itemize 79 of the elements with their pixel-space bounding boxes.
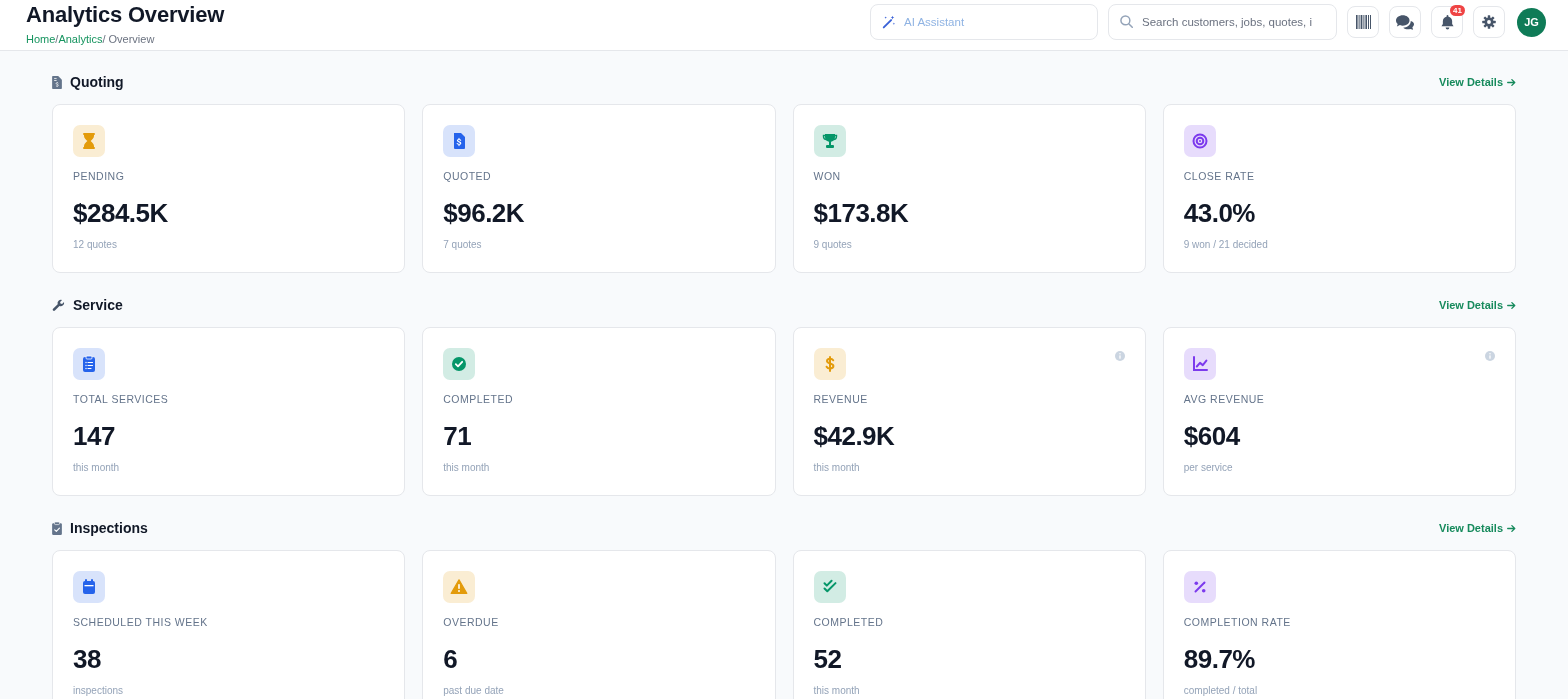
hourglass-icon [73, 125, 105, 157]
stat-note: past due date [443, 684, 504, 698]
stat-label: PENDING [73, 169, 125, 183]
stat-label: COMPLETED [443, 392, 514, 406]
trophy-icon [813, 125, 846, 157]
stat-note: completed / total [1183, 684, 1258, 698]
double-check-icon [813, 571, 846, 603]
line-chart-icon [1183, 348, 1216, 380]
section-title: Inspections [70, 519, 148, 537]
stat-label: WON [813, 169, 841, 183]
settings-icon [1482, 15, 1496, 29]
dollar-document-icon [443, 125, 476, 157]
stat-value: $96.2K [443, 198, 525, 228]
stat-label: CLOSE RATE [1183, 169, 1255, 183]
notifications-button[interactable]: 41 [1431, 6, 1463, 38]
messages-button[interactable] [1389, 6, 1421, 38]
ai-assistant-field[interactable]: AI Assistant [870, 4, 1098, 40]
breadcrumb-separator: / [102, 32, 106, 46]
stat-value: 147 [73, 421, 115, 451]
stat-label: AVG REVENUE [1183, 392, 1265, 406]
arrow-right-icon [1507, 300, 1516, 310]
section-title: Service [73, 296, 123, 314]
stat-value: 38 [73, 644, 101, 674]
stat-label: SCHEDULED THIS WEEK [73, 615, 208, 629]
percent-icon [1183, 571, 1216, 603]
settings-button[interactable] [1473, 6, 1505, 38]
breadcrumb-current: Overview [108, 32, 155, 46]
notification-count-badge: 41 [1450, 5, 1465, 16]
stat-label: REVENUE [813, 392, 868, 406]
stat-label: TOTAL SERVICES [73, 392, 169, 406]
wrench-icon [52, 298, 65, 312]
stat-value: 89.7% [1183, 644, 1255, 674]
barcode-icon [1355, 15, 1371, 29]
warning-icon [443, 571, 476, 603]
stat-value: 71 [443, 421, 472, 451]
arrow-right-icon [1507, 77, 1516, 87]
stat-value: $604 [1183, 421, 1240, 451]
magic-wand-icon [882, 15, 896, 29]
arrow-right-icon [1507, 523, 1516, 533]
stat-note: 7 quotes [443, 238, 482, 252]
barcode-button[interactable] [1347, 6, 1379, 38]
search-field[interactable]: Search customers, jobs, quotes, i [1108, 4, 1337, 40]
stat-note: inspections [73, 684, 124, 698]
stat-value: 52 [813, 644, 842, 674]
stat-note: this month [443, 461, 490, 475]
stat-value: $284.5K [73, 198, 168, 228]
target-icon [1183, 125, 1216, 157]
chat-icon [1396, 14, 1414, 30]
stat-note: 9 won / 21 decided [1183, 238, 1268, 252]
stat-value: $173.8K [813, 198, 909, 228]
stat-note: this month [73, 461, 120, 475]
stat-label: COMPLETED [813, 615, 884, 629]
section-title: Quoting [70, 73, 124, 91]
stat-value: 6 [443, 644, 458, 674]
stat-note: per service [1183, 461, 1233, 475]
stat-value: $42.9K [813, 421, 895, 451]
stat-note: 9 quotes [813, 238, 852, 252]
stat-note: this month [813, 684, 860, 698]
breadcrumb-link[interactable]: Home [26, 32, 56, 46]
page-title: Analytics Overview [26, 2, 225, 28]
stat-label: COMPLETION RATE [1183, 615, 1291, 629]
stat-note: this month [813, 461, 860, 475]
stat-label: QUOTED [443, 169, 492, 183]
stat-value: 43.0% [1183, 198, 1255, 228]
document-icon [52, 75, 62, 89]
breadcrumb-separator: / [55, 32, 59, 46]
view-details-link[interactable]: View Details [1439, 519, 1516, 537]
stat-label: OVERDUE [443, 615, 499, 629]
bell-icon [1440, 14, 1454, 30]
user-avatar[interactable]: JG [1517, 7, 1546, 37]
view-details-link[interactable]: View Details [1439, 73, 1516, 91]
clipboard-icon [73, 348, 105, 380]
stat-note: 12 quotes [73, 238, 117, 252]
breadcrumb-link[interactable]: Analytics [58, 32, 103, 46]
search-icon [1120, 15, 1133, 28]
dollar-icon [813, 348, 846, 380]
view-details-link[interactable]: View Details [1439, 296, 1516, 314]
clipboard-check-icon [52, 521, 62, 535]
calendar-icon [73, 571, 105, 603]
